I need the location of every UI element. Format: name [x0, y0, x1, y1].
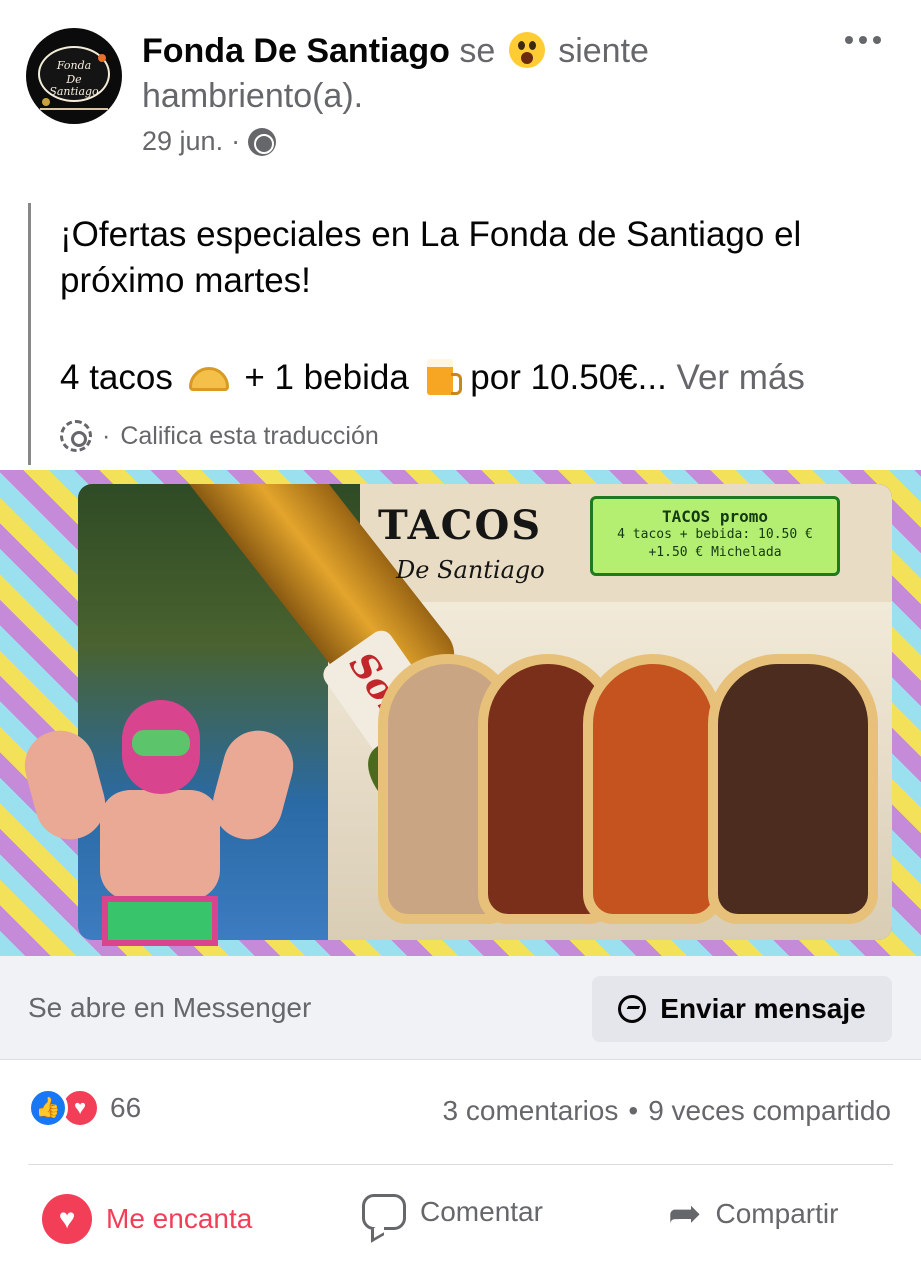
comment-button[interactable]: Comentar	[362, 1194, 543, 1230]
page-name-link[interactable]: Fonda De Santiago	[142, 32, 450, 70]
post-header: Fonda De Santiago Fonda De Santiago se s…	[0, 0, 921, 190]
hungry-face-icon	[508, 32, 545, 68]
avatar-logo-line2: De Santiago	[49, 73, 99, 98]
see-more-link[interactable]: Ver más	[677, 358, 805, 397]
flower-icon	[42, 98, 50, 106]
translation-separator: ·	[102, 421, 111, 450]
promo-line-2: +1.50 € Michelada	[648, 545, 782, 560]
flower-icon	[98, 54, 106, 62]
luchador-illustration	[16, 700, 302, 956]
love-button[interactable]: ♥ Me encanta	[42, 1194, 252, 1244]
stats-separator: •	[628, 1095, 639, 1126]
rate-translation-label: Califica esta traducción	[120, 421, 379, 450]
taco-icon	[188, 367, 229, 391]
love-label: Me encanta	[106, 1203, 253, 1234]
heart-icon: ♥	[42, 1194, 92, 1244]
send-message-button[interactable]: Enviar mensaje	[592, 976, 892, 1042]
post-meta: 29 jun. ·	[142, 126, 277, 157]
comment-label: Comentar	[420, 1196, 543, 1227]
comment-icon	[362, 1194, 406, 1230]
post-text-paragraph: ¡Ofertas especiales en La Fonda de Santi…	[60, 215, 802, 300]
like-reaction-icon: 👍	[28, 1088, 68, 1128]
reaction-count: 66	[110, 1092, 142, 1123]
feeling-suffix[interactable]: siente	[558, 32, 649, 70]
post-image[interactable]: Sol TACOS De Santiago TACOS promo 4 taco…	[0, 470, 921, 956]
image-subtitle: De Santiago	[396, 556, 545, 584]
divider	[28, 1164, 893, 1165]
feeling-prefix: se	[459, 32, 496, 70]
messenger-cta-bar: Se abre en Messenger Enviar mensaje	[0, 956, 921, 1060]
more-options-icon[interactable]	[845, 36, 881, 44]
avatar-logo-line1: Fonda	[56, 59, 92, 72]
offer-price: por 10.50€...	[470, 358, 667, 397]
gear-icon	[60, 420, 92, 452]
promo-box: TACOS promo 4 tacos + bebida: 10.50 € +1…	[590, 496, 840, 576]
post-date[interactable]: 29 jun.	[142, 126, 223, 157]
offer-drink: + 1 bebida	[244, 358, 409, 397]
meta-separator: ·	[231, 126, 241, 156]
promo-title: TACOS promo	[662, 507, 768, 526]
comments-count[interactable]: 3 comentarios	[443, 1095, 619, 1127]
share-label: Compartir	[715, 1198, 839, 1229]
offer-tacos: 4 tacos	[60, 358, 173, 397]
post-title: Fonda De Santiago se siente	[142, 30, 842, 72]
page-avatar[interactable]: Fonda De Santiago	[26, 28, 122, 124]
image-title: TACOS	[378, 502, 543, 549]
promo-line-1: 4 tacos + bebida: 10.50 €	[617, 527, 813, 542]
taco	[708, 654, 878, 924]
share-button[interactable]: ➦ Compartir	[668, 1194, 838, 1234]
engagement-stats: 3 comentarios • 9 veces compartido	[443, 1095, 891, 1127]
messenger-icon	[618, 995, 647, 1023]
cta-caption: Se abre en Messenger	[28, 992, 312, 1023]
beer-mug-icon	[426, 359, 462, 395]
rate-translation[interactable]: · Califica esta traducción	[60, 420, 379, 452]
post-text-offer-line: 4 tacos + 1 bebida por 10.50€... Ver más	[60, 355, 805, 401]
taco	[583, 654, 723, 924]
feeling-text[interactable]: hambriento(a).	[142, 75, 363, 117]
send-message-label: Enviar mensaje	[660, 993, 866, 1024]
translation-quote-bar	[28, 203, 31, 465]
share-arrow-icon: ➦	[668, 1192, 702, 1236]
globe-icon	[248, 127, 277, 156]
reactions-summary[interactable]: 👍 ♥ 66	[28, 1088, 141, 1128]
post-actions: ♥ Me encanta Comentar ➦ Compartir	[0, 1180, 921, 1260]
avatar-tagline	[40, 108, 108, 110]
shares-count[interactable]: 9 veces compartido	[648, 1095, 891, 1127]
